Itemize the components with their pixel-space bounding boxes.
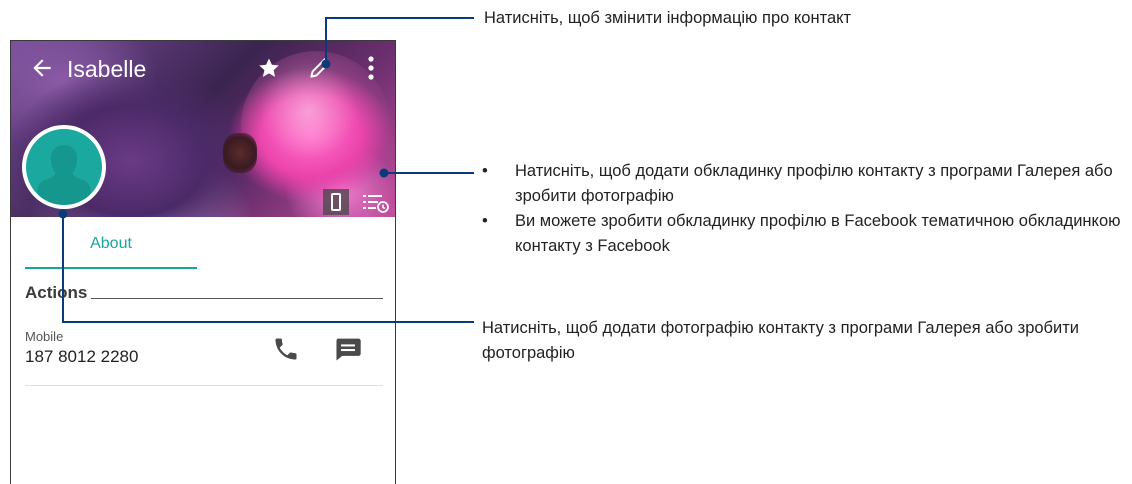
callout-cover: Натисніть, щоб додати обкладинку профілю… bbox=[482, 159, 1132, 259]
callout-edit: Натисніть, щоб змінити інформацію про ко… bbox=[484, 9, 852, 27]
callout-cover-bullet: Ви можете зробити обкладинку профілю в F… bbox=[482, 209, 1132, 259]
callout-cover-bullet: Натисніть, щоб додати обкладинку профілю… bbox=[482, 159, 1132, 209]
leader-edit-dot bbox=[321, 59, 331, 69]
leader-photo bbox=[62, 214, 474, 323]
leader-edit bbox=[325, 17, 474, 64]
callout-photo: Натисніть, щоб додати фотографію контакт… bbox=[482, 319, 1079, 362]
leader-photo-dot bbox=[58, 209, 68, 219]
leader-cover-dot bbox=[379, 168, 389, 178]
